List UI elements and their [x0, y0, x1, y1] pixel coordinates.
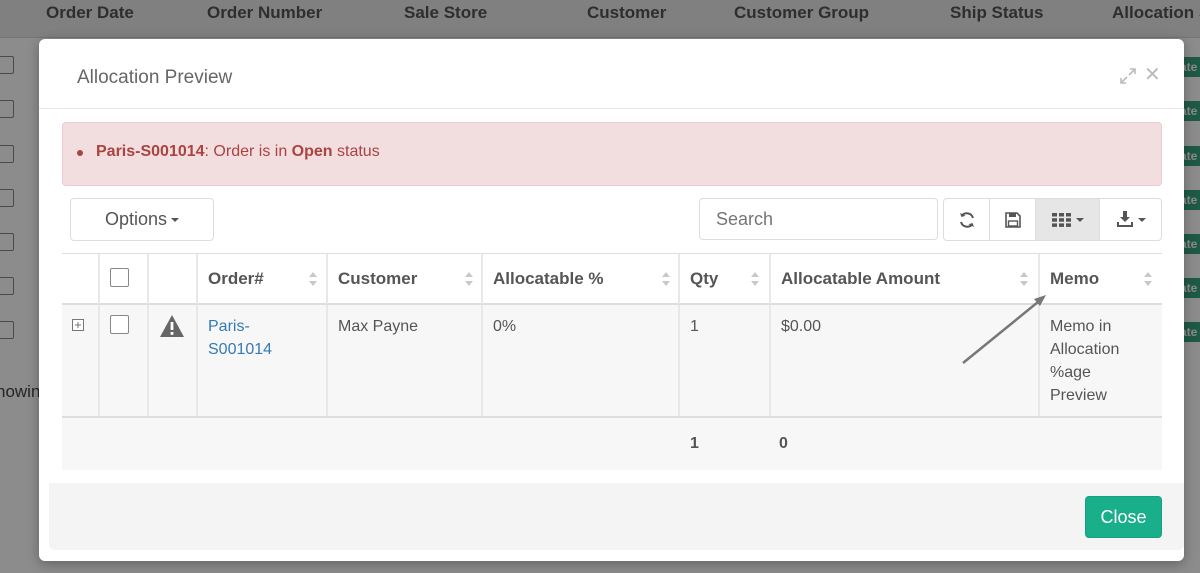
save-icon: [1004, 211, 1021, 228]
amount-total: 0: [779, 435, 788, 452]
memo-header-label: Memo: [1050, 269, 1100, 288]
row-checkbox[interactable]: [110, 315, 129, 334]
allocatable-pct-header-label: Allocatable %: [493, 269, 604, 288]
alert-text-after: status: [332, 143, 380, 160]
allocatable-amount-cell: $0.00: [771, 305, 1040, 416]
close-button[interactable]: Close: [1085, 496, 1162, 538]
sort-icon: [309, 272, 317, 286]
order-header-label: Order#: [208, 269, 264, 288]
save-button[interactable]: [989, 198, 1036, 241]
table-toolbar: [943, 198, 1162, 241]
sort-icon: [1020, 272, 1028, 286]
table-row: Paris- S001014 Max Payne 0% 1 $0.00 Memo …: [62, 305, 1162, 418]
modal-header: Allocation Preview ✕: [39, 39, 1184, 109]
sort-icon: [662, 272, 670, 286]
alert-message: Paris-S001014: Order is in Open status: [96, 143, 380, 161]
order-link-line: Paris-: [208, 318, 250, 335]
allocation-preview-modal: Allocation Preview ✕ Paris-S001014: Orde…: [39, 39, 1184, 561]
allocatable-amount-column-header[interactable]: Allocatable Amount: [771, 254, 1040, 304]
memo-line: %age: [1050, 364, 1091, 381]
warning-icon: [160, 315, 184, 337]
allocatable-amount-header-label: Allocatable Amount: [781, 269, 940, 288]
search-input[interactable]: [699, 198, 938, 240]
grid-icon: [1051, 212, 1071, 227]
modal-title: Allocation Preview: [77, 67, 233, 88]
allocatable-pct-column-header[interactable]: Allocatable %: [483, 254, 680, 304]
caret-down-icon: [1075, 217, 1084, 222]
refresh-button[interactable]: [943, 198, 990, 241]
expand-column-header: [62, 254, 100, 304]
close-icon[interactable]: ✕: [1144, 65, 1161, 85]
customer-cell: Max Payne: [328, 305, 483, 416]
download-icon: [1116, 211, 1133, 227]
alert-status: Open: [291, 143, 333, 160]
order-column-header[interactable]: Order#: [198, 254, 328, 304]
error-alert: Paris-S001014: Order is in Open status: [62, 122, 1162, 186]
order-cell: Paris- S001014: [198, 305, 328, 416]
sort-icon: [465, 272, 473, 286]
memo-line: Preview: [1050, 387, 1107, 404]
sort-icon: [751, 272, 759, 286]
caret-down-icon: [171, 218, 180, 223]
expand-cell: [62, 305, 100, 416]
table-header: Order# Customer Allocatable % Qty Alloca…: [62, 253, 1162, 305]
export-button[interactable]: [1099, 198, 1162, 241]
memo-line: Allocation: [1050, 341, 1120, 358]
allocatable-pct-cell: 0%: [483, 305, 680, 416]
memo-line: Memo in: [1050, 318, 1112, 335]
modal-footer: [49, 483, 1184, 550]
select-column-header: [100, 254, 149, 304]
table-footer: 1 0: [62, 418, 1162, 470]
select-cell: [100, 305, 149, 416]
qty-cell: 1: [680, 305, 771, 416]
order-link-line: S001014: [208, 341, 273, 358]
customer-column-header[interactable]: Customer: [328, 254, 483, 304]
memo-cell: Memo in Allocation %age Preview: [1040, 305, 1162, 416]
alert-order: Paris-S001014: [96, 143, 205, 160]
sort-icon: [1144, 272, 1152, 286]
bullet-icon: [77, 150, 83, 156]
options-button[interactable]: Options: [70, 198, 214, 241]
qty-header-label: Qty: [690, 269, 719, 288]
status-column-header: [149, 254, 198, 304]
status-cell: [149, 305, 198, 416]
refresh-icon: [959, 211, 974, 228]
select-all-checkbox[interactable]: [110, 268, 129, 287]
alert-text-before: : Order is in: [204, 143, 292, 160]
customer-header-label: Customer: [338, 269, 418, 288]
qty-column-header[interactable]: Qty: [680, 254, 771, 304]
memo-column-header[interactable]: Memo: [1040, 254, 1162, 304]
expand-row-icon[interactable]: [72, 319, 84, 331]
order-link[interactable]: Paris- S001014: [208, 315, 326, 361]
columns-button[interactable]: [1035, 198, 1100, 241]
expand-icon[interactable]: [1119, 67, 1137, 85]
qty-total: 1: [690, 435, 699, 452]
options-label: Options: [104, 209, 168, 229]
caret-down-icon: [1137, 217, 1146, 222]
